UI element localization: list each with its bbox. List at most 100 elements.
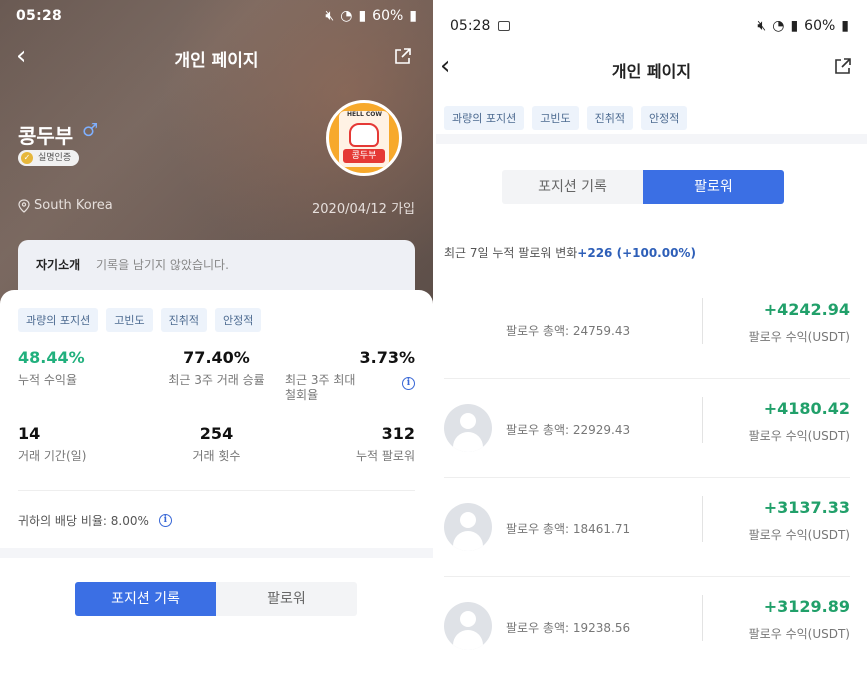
male-gender-icon: ♂	[82, 120, 99, 141]
section-gap	[436, 134, 867, 144]
page-title: 개인 페이지	[611, 62, 692, 81]
share-icon[interactable]	[833, 56, 853, 76]
user-avatar-icon	[444, 404, 492, 452]
divider	[702, 496, 703, 542]
left-screen: 05:28 🔇︎ ◔ ▮ 60% ▮ ‹ 개인 페이지 콩두부 ♂ ✓ 실명인증	[0, 0, 433, 674]
tab-position-records[interactable]: 포지션 기록	[75, 582, 216, 616]
follow-profit-label: 팔로우 수익(USDT)	[748, 528, 850, 542]
stat-label: 최근 3주 최대	[285, 373, 356, 387]
stat-label: 누적 수익율	[18, 373, 78, 387]
stats-card: 과량의 포지션 고빈도 진취적 안정적 48.44% 누적 수익율 77.40%…	[0, 290, 433, 548]
list-item[interactable]: 팔로우 총액: 24759.43 +4242.94 팔로우 수익(USDT)	[444, 280, 850, 379]
share-icon[interactable]	[393, 46, 413, 66]
verified-label: 실명인증	[38, 153, 72, 163]
list-item[interactable]: 팔로우 총액: 22929.43 +4180.42 팔로우 수익(USDT)	[444, 379, 850, 478]
follow-profit-label: 팔로우 수익(USDT)	[748, 627, 850, 641]
dividend-ratio-text: 귀하의 배당 비율: 8.00%	[18, 514, 149, 528]
battery-icon: ▮	[409, 8, 417, 24]
follow-profit: +3129.89	[763, 597, 850, 616]
top-nav: ‹ 개인 페이지	[0, 40, 433, 74]
follow-total: 팔로우 총액: 19238.56	[506, 621, 631, 635]
stat-max-drawdown: 3.73% 최근 3주 최대 철회율 i	[285, 348, 415, 403]
follower-list: 팔로우 총액: 24759.43 +4242.94 팔로우 수익(USDT) 팔…	[444, 280, 850, 674]
join-date: 2020/04/12 가입	[312, 202, 415, 217]
signal-icon: ▮	[358, 8, 367, 24]
stat-win-rate: 77.40% 최근 3주 거래 승률	[150, 348, 283, 388]
check-icon: ✓	[21, 152, 33, 164]
follower-change-value: +226 (+100.00%)	[577, 246, 696, 260]
stat-trading-period: 14 거래 기간(일)	[18, 424, 86, 464]
tag: 과량의 포지션	[444, 106, 525, 130]
stat-label: 철회율	[285, 388, 319, 402]
follow-profit: +4180.42	[763, 399, 850, 418]
stat-label: 거래 횟수	[192, 449, 241, 463]
follower-change-label: 최근 7일 누적 팔로워 변화	[444, 246, 578, 260]
trader-tags: 과량의 포지션 고빈도 진취적 안정적	[18, 308, 262, 332]
right-screen: 05:28 🔇︎ ◔ ▮ 60% ▮ ‹ 개인 페이지 과량의 포지션 고빈도 …	[436, 0, 867, 674]
trader-tags: 과량의 포지션 고빈도 진취적 안정적	[444, 106, 688, 130]
tab-followers[interactable]: 팔로워	[643, 170, 784, 204]
divider	[702, 595, 703, 641]
divider	[18, 490, 415, 491]
list-item[interactable]: 팔로우 총액: 19238.56 +3129.89 팔로우 수익(USDT)	[444, 577, 850, 674]
stat-cumulative-followers: 312 누적 팔로워	[356, 424, 415, 464]
stat-value: 3.73%	[359, 348, 415, 367]
page-title: 개인 페이지	[174, 51, 259, 71]
follow-total: 팔로우 총액: 22929.43	[506, 423, 631, 437]
tab-position-records[interactable]: 포지션 기록	[502, 170, 643, 204]
stat-label: 누적 팔로워	[355, 449, 415, 463]
user-avatar-icon	[444, 503, 492, 551]
wifi-icon: ◔	[772, 18, 785, 34]
stat-value: 14	[18, 424, 41, 443]
follow-profit: +3137.33	[763, 498, 850, 517]
stat-label: 최근 3주 거래 승률	[168, 373, 265, 387]
tag: 안정적	[640, 106, 688, 130]
stat-value: 312	[381, 424, 415, 443]
dividend-ratio: 귀하의 배당 비율: 8.00% i	[18, 512, 172, 529]
divider	[702, 298, 703, 344]
list-item[interactable]: 팔로우 총액: 18461.71 +3137.33 팔로우 수익(USDT)	[444, 478, 850, 577]
intro-value: 기록을 남기지 않았습니다.	[96, 258, 229, 272]
tag: 고빈도	[106, 308, 153, 332]
stat-cumulative-return: 48.44% 누적 수익율	[18, 348, 85, 388]
intro-label: 자기소개	[36, 258, 81, 272]
avatar-label: 콩두부	[343, 149, 385, 163]
record-toggle: 포지션 기록 팔로워	[502, 170, 784, 204]
image-notification-icon	[498, 21, 511, 31]
stat-value: 254	[199, 424, 234, 443]
status-bar: 05:28 🔇︎ ◔ ▮ 60% ▮	[16, 6, 417, 26]
username: 콩두부	[18, 124, 74, 148]
battery-icon: ▮	[841, 18, 849, 34]
tag: 진취적	[586, 106, 633, 130]
tag: 안정적	[214, 308, 262, 332]
stat-label: 거래 기간(일)	[18, 449, 87, 463]
stat-trade-count: 254 거래 횟수	[150, 424, 283, 464]
mute-icon: 🔇︎	[325, 8, 335, 24]
tab-followers[interactable]: 팔로워	[216, 582, 357, 616]
battery-percent: 60%	[804, 18, 836, 34]
info-icon[interactable]: i	[158, 514, 172, 527]
tag: 과량의 포지션	[18, 308, 99, 332]
divider	[702, 397, 703, 443]
follow-total: 팔로우 총액: 18461.71	[506, 522, 631, 536]
location-text: South Korea	[34, 198, 113, 213]
user-avatar-icon	[444, 602, 492, 650]
avatar-sign-text: HELL COW	[347, 111, 382, 118]
wifi-icon: ◔	[340, 8, 353, 24]
signal-icon: ▮	[790, 18, 799, 34]
follower-change: 최근 7일 누적 팔로워 변화+226 (+100.00%)	[444, 244, 696, 261]
section-gap	[0, 548, 433, 558]
info-icon[interactable]: i	[402, 377, 415, 390]
follow-profit: +4242.94	[763, 300, 850, 319]
record-toggle: 포지션 기록 팔로워	[75, 582, 357, 616]
tag: 고빈도	[532, 106, 579, 130]
status-bar: 05:28 🔇︎ ◔ ▮ 60% ▮	[450, 16, 849, 36]
mute-icon: 🔇︎	[757, 18, 767, 34]
follow-profit-label: 팔로우 수익(USDT)	[748, 429, 850, 443]
follow-profit-label: 팔로우 수익(USDT)	[748, 330, 850, 344]
location-pin-icon	[18, 198, 30, 213]
top-nav: ‹ 개인 페이지	[436, 52, 867, 82]
avatar[interactable]: HELL COW 콩두부	[326, 100, 402, 176]
status-time: 05:28	[16, 8, 63, 24]
verified-badge: ✓ 실명인증	[18, 150, 80, 166]
